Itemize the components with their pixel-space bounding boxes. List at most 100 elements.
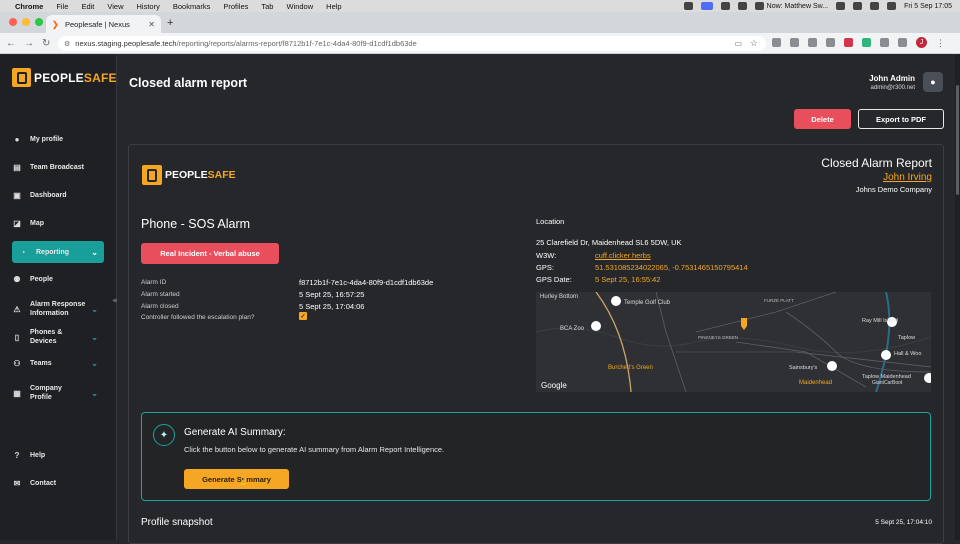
back-icon[interactable]: ← [6,38,16,49]
user-name: John Admin [869,74,915,83]
sidebar-collapse-icon[interactable]: ◀ [112,297,117,304]
export-pdf-button[interactable]: Export to PDF [858,109,944,129]
peoplesafe-favicon-icon: ❯ [52,20,59,29]
wifi-icon[interactable] [836,2,846,10]
menu-tab[interactable]: Tab [261,2,273,11]
dropbox-icon[interactable] [737,2,747,10]
user-avatar-button[interactable]: ● [923,72,943,92]
site-info-icon[interactable]: ⚙ [64,40,70,48]
forward-icon[interactable]: → [24,38,34,49]
w3w-link[interactable]: cuff.clicker.herbs [595,251,651,260]
music-icon [754,2,764,10]
field-label: Alarm closed [141,303,179,310]
sidebar-item-label: Alarm Response Information [30,301,86,317]
sidebar-item-alarm-response[interactable]: ⚠ Alarm Response Information ⌄ [12,300,104,318]
map-label: PINKNEYS GREEN [698,335,738,340]
brand-safe: SAFE [207,169,236,181]
menu-app-name[interactable]: Chrome [15,2,43,11]
sidebar-item-phones-devices[interactable]: ▯ Phones & Devices ⌄ [12,328,104,346]
puzzle-extensions-icon[interactable] [880,38,889,47]
menu-bookmarks[interactable]: Bookmarks [173,2,211,11]
address-bar[interactable]: ⚙ nexus.staging.peoplesafe.tech/reportin… [58,36,766,51]
help-icon: ? [14,451,20,460]
extension-icon-4[interactable] [826,38,835,47]
close-window-button[interactable] [9,18,17,26]
extension-icon-3[interactable] [808,38,817,47]
field-label: Alarm started [141,291,180,298]
alarm-icon: ⚠ [13,304,21,314]
bookmark-star-icon[interactable]: ☆ [750,38,758,49]
now-playing-text: Now: Matthew Sw... [766,2,829,10]
sidebar-item-my-profile[interactable]: ● My profile [12,135,104,144]
peoplesafe-logo[interactable]: PEOPLESAFE [12,68,117,87]
main-content: Closed alarm report John Admin admin@r30… [118,55,960,544]
battery-icon[interactable] [853,2,863,10]
reporting-icon: ◔ [20,247,26,257]
menu-history[interactable]: History [137,2,160,11]
sidebar-item-dashboard[interactable]: ▣ Dashboard [12,191,104,200]
sidebar-item-help[interactable]: ? Help [12,451,104,460]
now-playing[interactable]: Now: Matthew Sw... [754,2,829,10]
chevron-down-icon: ⌄ [91,332,98,342]
chevron-down-icon: ⌄ [91,247,98,257]
sidebar-item-team-broadcast[interactable]: ▤ Team Broadcast [12,163,104,172]
page-scrollbar[interactable] [955,55,960,540]
teams-icon: ⚇ [13,359,21,368]
url-path: /reporting/reports/alarms-report/f8712b1… [176,39,417,48]
screen-share-icon[interactable] [700,2,713,10]
sidebar-item-teams[interactable]: ⚇ Teams ⌄ [12,359,104,368]
broadcast-icon: ▤ [13,163,21,172]
sidepanel-icon[interactable] [898,38,907,47]
sparkle-icon: ✦ [153,424,175,446]
generate-summary-button[interactable]: Generate Summary [184,469,289,489]
reload-icon[interactable]: ↻ [42,38,50,49]
menu-view[interactable]: View [107,2,123,11]
extension-icon-5[interactable] [862,38,871,47]
alarm-closed-value: 5 Sept 25, 17:04:06 [299,302,365,311]
zoom-window-button[interactable] [35,18,43,26]
sidebar-item-reporting[interactable]: ◔ Reporting ⌄ [12,241,104,263]
menu-profiles[interactable]: Profiles [223,2,248,11]
sidebar-item-label: Contact [30,480,57,487]
pocket-icon[interactable] [844,38,853,47]
extension-icon-2[interactable] [790,38,799,47]
minimize-window-button[interactable] [22,18,30,26]
menubar-status-area: Now: Matthew Sw... Fri 5 Sep 17:05 [683,0,952,12]
sidebar-item-company-profile[interactable]: ▦ Company Profile ⌄ [12,384,104,402]
record-icon[interactable] [683,2,693,10]
sidebar-item-contact[interactable]: ✉ Contact [12,479,104,488]
menu-window[interactable]: Window [286,2,313,11]
control-center-icon[interactable] [887,2,897,10]
cast-icon[interactable]: ▭ [734,39,742,48]
report-person-link[interactable]: John Irving [883,172,932,183]
menu-file[interactable]: File [56,2,68,11]
location-map[interactable]: Hurley Bottom Temple Golf Club BCA Zoo F… [536,292,931,392]
sidebar-item-map[interactable]: ◪ Map [12,219,104,228]
tab-title: Peoplesafe | Nexus [65,19,130,29]
page-title: Closed alarm report [129,76,248,90]
extension-icon-1[interactable] [772,38,781,47]
sidebar-item-people[interactable]: ⚉ People [12,275,104,284]
close-tab-icon[interactable]: ✕ [148,20,155,29]
user-email: admin@r300.net [870,85,915,91]
search-icon[interactable] [870,2,880,10]
ai-summary-panel: ✦ Generate AI Summary: Click the button … [141,412,931,501]
browser-tab-active[interactable]: ❯ Peoplesafe | Nexus ✕ [46,15,161,33]
report-logo: PEOPLESAFE [142,165,236,185]
alarm-started-value: 5 Sept 25, 16:57:25 [299,290,365,299]
incident-badge: Real Incident - Verbal abuse [141,243,279,264]
sidebar-item-label: Help [30,452,46,459]
ai-summary-title: Generate AI Summary: [184,427,286,438]
menu-edit[interactable]: Edit [81,2,94,11]
browser-menu-icon[interactable]: ⋮ [936,38,945,48]
gps-date-label: GPS Date: [536,275,572,284]
delete-button[interactable]: Delete [794,109,851,129]
menubar-clock[interactable]: Fri 5 Sep 17:05 [904,3,952,10]
chevron-down-icon: ⌄ [91,304,98,314]
sidebar: PEOPLESAFE ● My profile ▤ Team Broadcast ▣… [0,55,117,540]
profile-avatar[interactable]: J [916,37,927,48]
scrollbar-thumb[interactable] [956,85,959,195]
extension-icon[interactable] [720,2,730,10]
menu-help[interactable]: Help [326,2,341,11]
new-tab-button[interactable]: + [167,17,173,29]
